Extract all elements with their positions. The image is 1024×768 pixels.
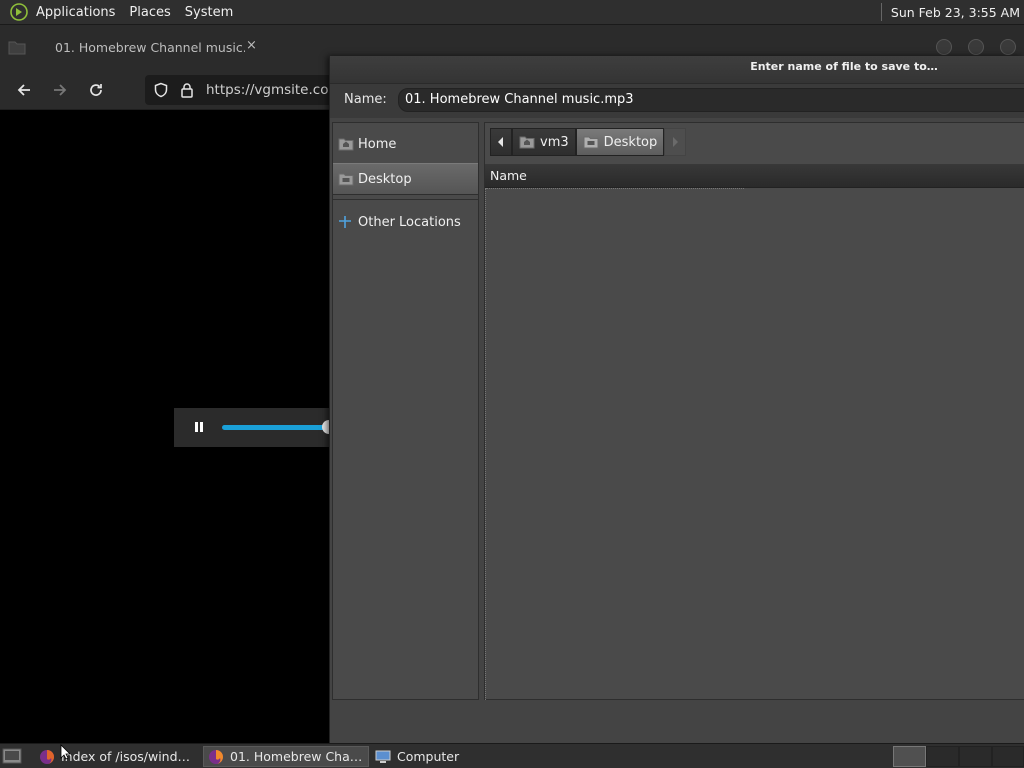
workspace-1[interactable] <box>893 746 926 767</box>
bottom-taskbar: Index of /isos/wind… 01. Homebrew Cha… C… <box>0 743 1024 768</box>
forward-arrow-icon[interactable] <box>48 78 72 102</box>
place-label: Other Locations <box>358 214 461 230</box>
taskbar-item-label: 01. Homebrew Cha… <box>230 749 363 764</box>
pause-icon[interactable] <box>192 420 206 434</box>
workspace-4[interactable] <box>992 746 1024 767</box>
place-desktop[interactable]: Desktop <box>333 163 478 195</box>
menu-system[interactable]: System <box>185 5 233 20</box>
home-folder-icon <box>519 135 535 149</box>
menu-applications[interactable]: Applications <box>36 5 115 20</box>
place-label: Desktop <box>358 171 412 187</box>
column-header-label: Name <box>490 168 527 183</box>
taskbar-item-label: Index of /isos/wind… <box>61 749 191 764</box>
firefox-icon <box>39 749 55 765</box>
menu-places[interactable]: Places <box>129 5 170 20</box>
save-file-dialog: Enter name of file to save to… Name: 01.… <box>329 56 1024 743</box>
shield-icon[interactable] <box>153 82 169 98</box>
column-header-name[interactable]: Name <box>485 164 1024 188</box>
top-panel: Applications Places System Sun Feb 23, 3… <box>0 0 1024 25</box>
name-label: Name: <box>344 92 387 107</box>
clock[interactable]: Sun Feb 23, 3:55 AM <box>891 5 1020 20</box>
minimize-button[interactable] <box>936 39 952 55</box>
place-home[interactable]: Home <box>333 128 478 160</box>
reload-icon[interactable] <box>84 78 108 102</box>
dialog-titlebar[interactable]: Enter name of file to save to… <box>330 56 1024 84</box>
path-right-arrow-icon[interactable] <box>664 128 687 156</box>
workspace-3[interactable] <box>959 746 992 767</box>
lock-icon[interactable] <box>179 82 195 98</box>
path-label: vm3 <box>540 134 569 150</box>
path-left-arrow-icon[interactable] <box>490 128 512 156</box>
path-label: Desktop <box>603 134 658 150</box>
places-separator <box>333 199 478 200</box>
show-desktop-icon[interactable] <box>2 747 22 765</box>
tab-close-icon[interactable]: × <box>246 38 257 53</box>
panel-separator <box>880 3 882 21</box>
url-text[interactable]: https://vgmsite.com <box>206 82 342 98</box>
mouse-cursor-icon <box>60 744 71 760</box>
taskbar-item-computer[interactable]: Computer <box>371 746 537 767</box>
focus-outline <box>486 188 744 189</box>
desktop-folder-icon <box>583 135 599 149</box>
workspace-2[interactable] <box>926 746 959 767</box>
back-arrow-icon[interactable] <box>12 78 36 102</box>
filename-input[interactable]: 01. Homebrew Channel music.mp3 <box>398 88 1024 112</box>
maximize-button[interactable] <box>968 39 984 55</box>
home-folder-icon <box>338 137 354 151</box>
name-row: Name: 01. Homebrew Channel music.mp3 <box>330 84 1024 118</box>
dialog-title: Enter name of file to save to… <box>750 60 938 73</box>
desktop-folder-icon <box>338 172 354 186</box>
folder-icon[interactable] <box>8 39 26 55</box>
firefox-icon <box>208 749 224 765</box>
path-button-vm3[interactable]: vm3 <box>512 128 576 156</box>
places-sidebar: Home Desktop Other Locations <box>332 122 479 700</box>
path-bar: vm3 Desktop <box>490 128 687 156</box>
file-list[interactable] <box>485 188 1024 700</box>
mate-logo-icon[interactable] <box>8 1 30 23</box>
place-label: Home <box>358 136 397 152</box>
place-other-locations[interactable]: Other Locations <box>333 206 478 238</box>
taskbar-item-label: Computer <box>397 749 460 764</box>
file-browser-pane: vm3 Desktop Name <box>484 122 1024 700</box>
seek-bar[interactable] <box>222 425 332 430</box>
path-button-desktop[interactable]: Desktop <box>575 128 665 156</box>
taskbar-item-homebrew[interactable]: 01. Homebrew Cha… <box>203 746 369 767</box>
close-button[interactable] <box>1000 39 1016 55</box>
audio-player <box>174 408 344 447</box>
computer-icon <box>375 749 391 765</box>
tab-title[interactable]: 01. Homebrew Channel music.m <box>55 40 245 55</box>
plus-icon <box>338 215 354 229</box>
